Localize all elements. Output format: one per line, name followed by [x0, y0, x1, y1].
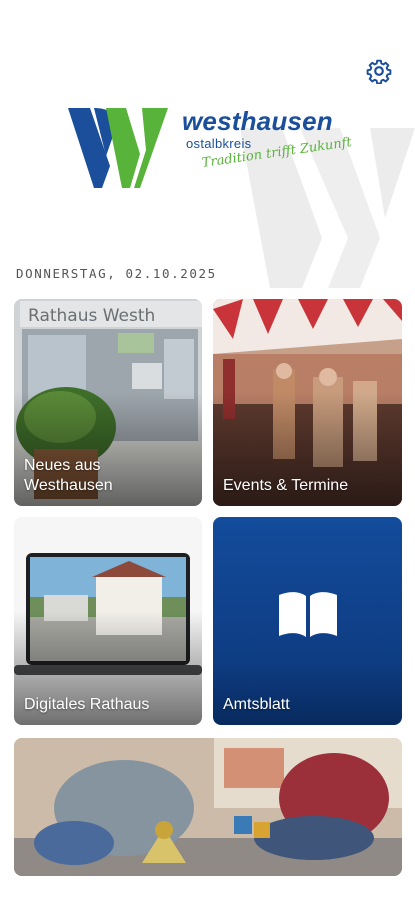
tile-news-label: Neues aus Westhausen: [24, 457, 113, 494]
tile-rathaus-label: Digitales Rathaus: [24, 696, 150, 713]
w-logo-mark: [68, 108, 168, 188]
tile-kids[interactable]: [14, 738, 402, 876]
tile-digital-townhall[interactable]: Digitales Rathaus: [14, 517, 202, 725]
settings-button[interactable]: [366, 58, 392, 85]
gear-icon: [366, 59, 392, 85]
tile-amtsblatt-label: Amtsblatt: [223, 696, 290, 713]
brand-subtitle: ostalbkreis: [186, 136, 252, 151]
children-playing-photo: [14, 738, 402, 876]
open-book-icon: [279, 592, 337, 637]
current-date: DONNERSTAG, 02.10.2025: [16, 266, 217, 281]
westhausen-logo: westhausen ostalbkreis Tradition trifft …: [66, 104, 366, 194]
tile-amtsblatt[interactable]: Amtsblatt: [213, 517, 402, 725]
rathaus-sign-text: Rathaus Westh: [28, 306, 155, 326]
tile-events[interactable]: Events & Termine: [213, 299, 402, 506]
tile-events-label: Events & Termine: [223, 477, 349, 494]
tile-news[interactable]: Rathaus Westh Neues aus Westhausen: [14, 299, 202, 506]
brand-name: westhausen: [182, 106, 333, 136]
